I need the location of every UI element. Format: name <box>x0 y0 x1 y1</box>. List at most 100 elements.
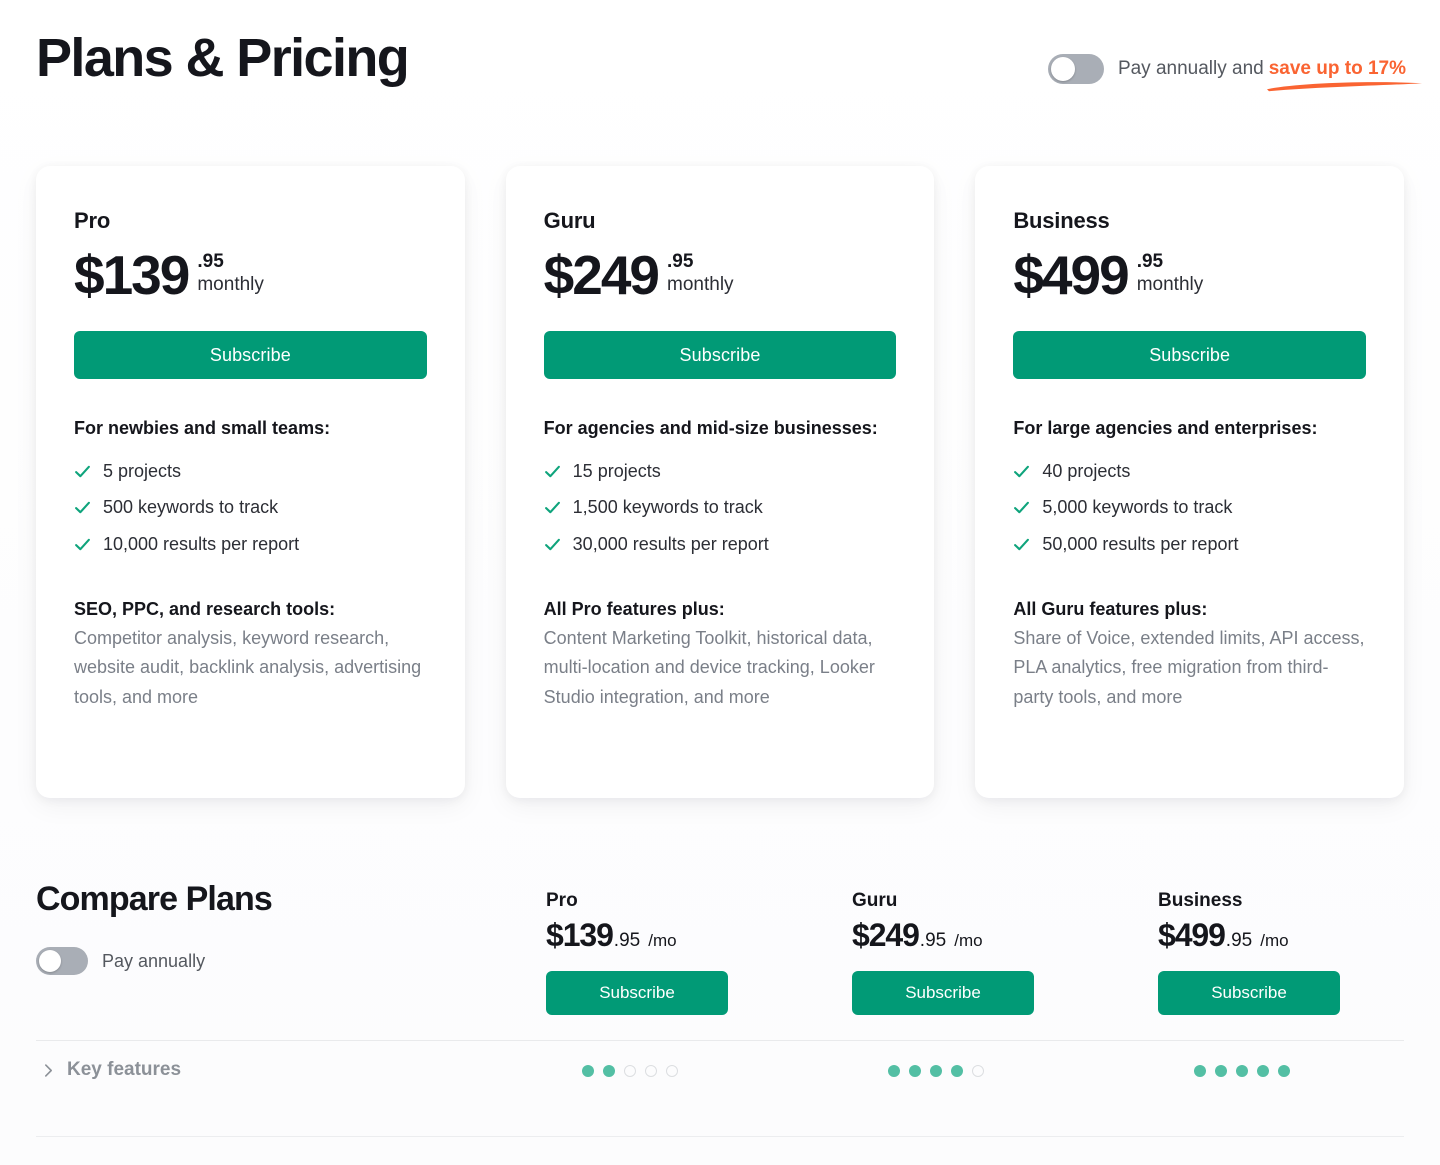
feature-text: 30,000 results per report <box>572 533 769 554</box>
compare-price-cents: .95 <box>1225 930 1253 951</box>
check-icon <box>75 502 90 514</box>
rating-dot-filled <box>1257 1065 1269 1077</box>
feature-text: 10,000 results per report <box>103 533 300 554</box>
compare-price-per: /mo <box>954 931 983 950</box>
plan-feature-list-pro: 5 projects 500 keywords to track 10,000 … <box>74 453 427 562</box>
plan-extra-body-guru: Content Marketing Toolkit, historical da… <box>543 628 875 707</box>
plan-price-guru: $249 .95 monthly <box>544 248 897 303</box>
plan-price-cents: .95 <box>1136 251 1164 272</box>
pay-annually-toggle-compare[interactable] <box>36 947 88 975</box>
compare-column-price-business: $499 .95 /mo <box>1158 917 1418 954</box>
compare-price-amount: $249 <box>852 917 920 953</box>
plan-audience-title-guru: For agencies and mid-size businesses: <box>543 418 878 438</box>
rating-dots-guru <box>888 1065 984 1077</box>
plan-price-suffix: .95 monthly <box>197 248 264 297</box>
save-promo-label: save up to 17% <box>1268 58 1406 79</box>
pay-annually-label: Pay annually and save up to 17% <box>1117 58 1422 92</box>
pay-annually-label-compare: Pay annually <box>102 950 206 971</box>
compare-subscribe-button-business[interactable]: Subscribe <box>1158 971 1340 1015</box>
compare-price-per: /mo <box>648 931 677 950</box>
plan-extra-body-pro: Competitor analysis, keyword research, w… <box>74 628 422 707</box>
toggle-knob-icon <box>1050 57 1075 81</box>
plan-price-cents: .95 <box>197 251 224 272</box>
feature-text: 5,000 keywords to track <box>1042 497 1233 518</box>
list-item: 50,000 results per report <box>1013 526 1366 562</box>
compare-row-key-features: Key features <box>36 1041 1404 1103</box>
rating-dot-filled <box>1236 1065 1248 1077</box>
plan-card-business: Business $499 .95 monthly Subscribe For … <box>975 166 1405 798</box>
plan-card-guru: Guru $249 .95 monthly Subscribe For agen… <box>505 166 935 798</box>
rating-dot-filled <box>909 1065 921 1077</box>
page-header: Plans & Pricing Pay annually and save up … <box>0 0 1440 140</box>
annual-billing-toggle-group: Pay annually and save up to 17% <box>1047 54 1422 92</box>
list-item: 1,500 keywords to track <box>544 489 897 525</box>
list-item: 15 projects <box>544 453 897 489</box>
compare-price-cents: .95 <box>613 930 641 951</box>
plan-price-period: monthly <box>667 273 734 295</box>
compare-column-name-guru: Guru <box>852 890 898 911</box>
pay-annually-toggle-top[interactable] <box>1047 54 1104 84</box>
plan-audience-title-pro: For newbies and small teams: <box>74 418 331 438</box>
check-icon <box>1014 502 1030 514</box>
check-icon <box>544 538 560 550</box>
pay-annually-text: Pay annually and <box>1117 58 1264 79</box>
plan-card-pro: Pro $139 .95 monthly Subscribe For newbi… <box>36 166 465 798</box>
plan-extra-title-guru: All Pro features plus: <box>543 598 725 619</box>
compare-column-business: Business $499 .95 /mo Subscribe <box>1158 890 1418 1015</box>
compare-column-name-business: Business <box>1158 890 1243 911</box>
expand-key-features-toggle[interactable]: Key features <box>44 1059 181 1081</box>
check-icon <box>1014 465 1030 478</box>
plan-feature-list-guru: 15 projects 1,500 keywords to track 30,0… <box>544 453 897 562</box>
plan-price-pro: $139 .95 monthly <box>74 248 427 303</box>
compare-column-price-guru: $249 .95 /mo <box>852 917 1112 954</box>
compare-column-name-pro: Pro <box>546 890 578 911</box>
check-icon <box>544 502 560 514</box>
list-item: 500 keywords to track <box>74 489 427 525</box>
plan-price-suffix: .95 monthly <box>1137 248 1204 297</box>
compare-column-price-pro: $139 .95 /mo <box>546 917 806 954</box>
plan-cards: Pro $139 .95 monthly Subscribe For newbi… <box>36 166 1405 798</box>
plan-name-pro: Pro <box>74 208 111 233</box>
plan-extra-title-pro: SEO, PPC, and research tools: <box>74 598 336 619</box>
subscribe-button-business[interactable]: Subscribe <box>1013 331 1367 379</box>
feature-text: 1,500 keywords to track <box>572 497 763 518</box>
compare-price-amount: $499 <box>1158 917 1226 953</box>
check-icon <box>1014 538 1030 550</box>
compare-price-per: /mo <box>1260 931 1289 950</box>
plan-extra-body-business: Share of Voice, extended limits, API acc… <box>1013 628 1365 707</box>
subscribe-button-guru[interactable]: Subscribe <box>543 331 897 379</box>
compare-plans-header: Compare Plans Pay annually Pro $139 .95 … <box>36 880 1404 1032</box>
compare-column-guru: Guru $249 .95 /mo Subscribe <box>852 890 1112 1015</box>
check-icon <box>75 465 90 478</box>
rating-dot-filled <box>1215 1065 1227 1077</box>
rating-dots-pro <box>582 1065 678 1077</box>
rating-dot-filled <box>582 1065 594 1077</box>
underline-swoosh-icon <box>1266 82 1422 92</box>
subscribe-button-pro[interactable]: Subscribe <box>74 331 427 379</box>
compare-plans-section: Compare Plans Pay annually Pro $139 .95 … <box>36 880 1404 1103</box>
rating-dot-empty <box>666 1065 678 1077</box>
rating-dot-filled <box>930 1065 942 1077</box>
rating-dot-empty <box>624 1065 636 1077</box>
compare-subscribe-button-pro[interactable]: Subscribe <box>546 971 728 1015</box>
compare-subscribe-button-guru[interactable]: Subscribe <box>852 971 1034 1015</box>
plan-extra-title-business: All Guru features plus: <box>1013 598 1208 619</box>
check-icon <box>544 465 560 478</box>
plan-audience-title-business: For large agencies and enterprises: <box>1013 418 1318 438</box>
compare-column-pro: Pro $139 .95 /mo Subscribe <box>546 890 806 1015</box>
rating-dot-filled <box>951 1065 963 1077</box>
compare-price-cents: .95 <box>919 930 947 951</box>
plan-price-amount: $249 <box>543 244 660 306</box>
list-item: 10,000 results per report <box>74 526 427 562</box>
rating-dot-filled <box>1278 1065 1290 1077</box>
rating-dot-empty <box>645 1065 657 1077</box>
feature-text: 50,000 results per report <box>1042 533 1239 554</box>
rating-dot-filled <box>888 1065 900 1077</box>
rating-dot-filled <box>603 1065 615 1077</box>
feature-text: 5 projects <box>103 461 182 482</box>
list-item: 5 projects <box>74 453 427 489</box>
list-item: 30,000 results per report <box>544 526 897 562</box>
plan-price-period: monthly <box>197 273 264 295</box>
feature-text: 15 projects <box>572 461 661 482</box>
list-item: 40 projects <box>1013 453 1366 489</box>
